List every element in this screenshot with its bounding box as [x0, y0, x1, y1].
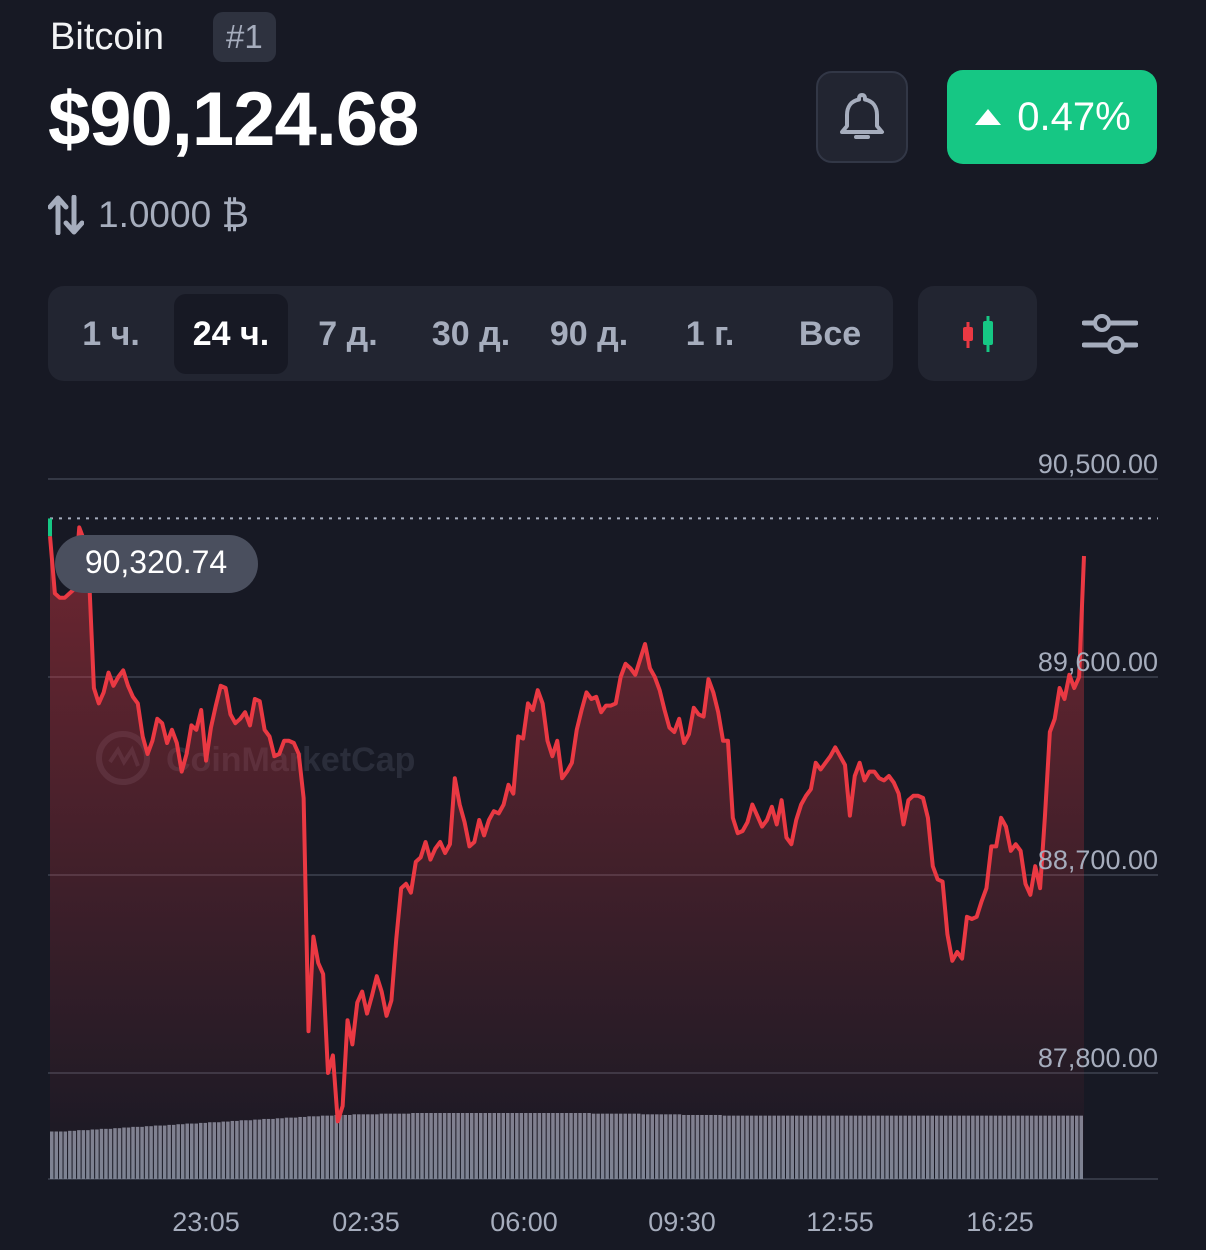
- range-tab-30d[interactable]: 30 д.: [416, 294, 526, 374]
- x-tick-label: 02:35: [332, 1207, 400, 1237]
- x-tick-label: 16:25: [966, 1207, 1034, 1237]
- sliders-icon: [1082, 314, 1138, 354]
- time-range-selector: 1 ч. 24 ч. 7 д. 30 д. 90 д. 1 г. Все: [48, 286, 893, 381]
- conversion-row[interactable]: 1.0000 ₿: [48, 194, 249, 236]
- x-tick-label: 06:00: [490, 1207, 558, 1237]
- candlestick-icon: [962, 315, 993, 352]
- price-change-value: 0.47%: [1017, 94, 1131, 139]
- triangle-up-icon: [975, 109, 1002, 125]
- x-tick-label: 12:55: [806, 1207, 874, 1237]
- price-area-fill: [50, 527, 1084, 1179]
- price-chart[interactable]: CoinMarketCap 90,500.0089,600.0088,700.0…: [0, 400, 1206, 1250]
- range-tab-1y[interactable]: 1 г.: [664, 294, 756, 374]
- range-tab-1h[interactable]: 1 ч.: [66, 294, 156, 374]
- reference-price-text: 90,320.74: [85, 544, 227, 580]
- y-tick-label: 87,800.00: [1038, 1043, 1158, 1073]
- range-tab-90d[interactable]: 90 д.: [536, 294, 642, 374]
- chart-settings-button[interactable]: [1080, 306, 1140, 362]
- price-alert-button[interactable]: [816, 71, 908, 163]
- conversion-value: 1.0000 ₿: [98, 194, 249, 235]
- swap-arrows-icon: [48, 195, 84, 235]
- reference-price-label: 90,320.74: [55, 535, 258, 593]
- range-tab-7d[interactable]: 7 д.: [300, 294, 396, 374]
- price-change-badge: 0.47%: [947, 70, 1157, 164]
- rank-badge: #1: [213, 12, 276, 62]
- range-tab-all[interactable]: Все: [782, 294, 878, 374]
- y-tick-label: 90,500.00: [1038, 449, 1158, 479]
- range-tab-24h[interactable]: 24 ч.: [174, 294, 288, 374]
- candlestick-toggle-button[interactable]: [918, 286, 1037, 381]
- x-tick-label: 23:05: [172, 1207, 240, 1237]
- y-tick-label: 89,600.00: [1038, 647, 1158, 677]
- y-tick-label: 88,700.00: [1038, 845, 1158, 875]
- price: $90,124.68: [48, 77, 419, 162]
- coin-name: Bitcoin: [50, 16, 165, 58]
- x-tick-label: 09:30: [648, 1207, 716, 1237]
- bell-icon: [840, 93, 884, 139]
